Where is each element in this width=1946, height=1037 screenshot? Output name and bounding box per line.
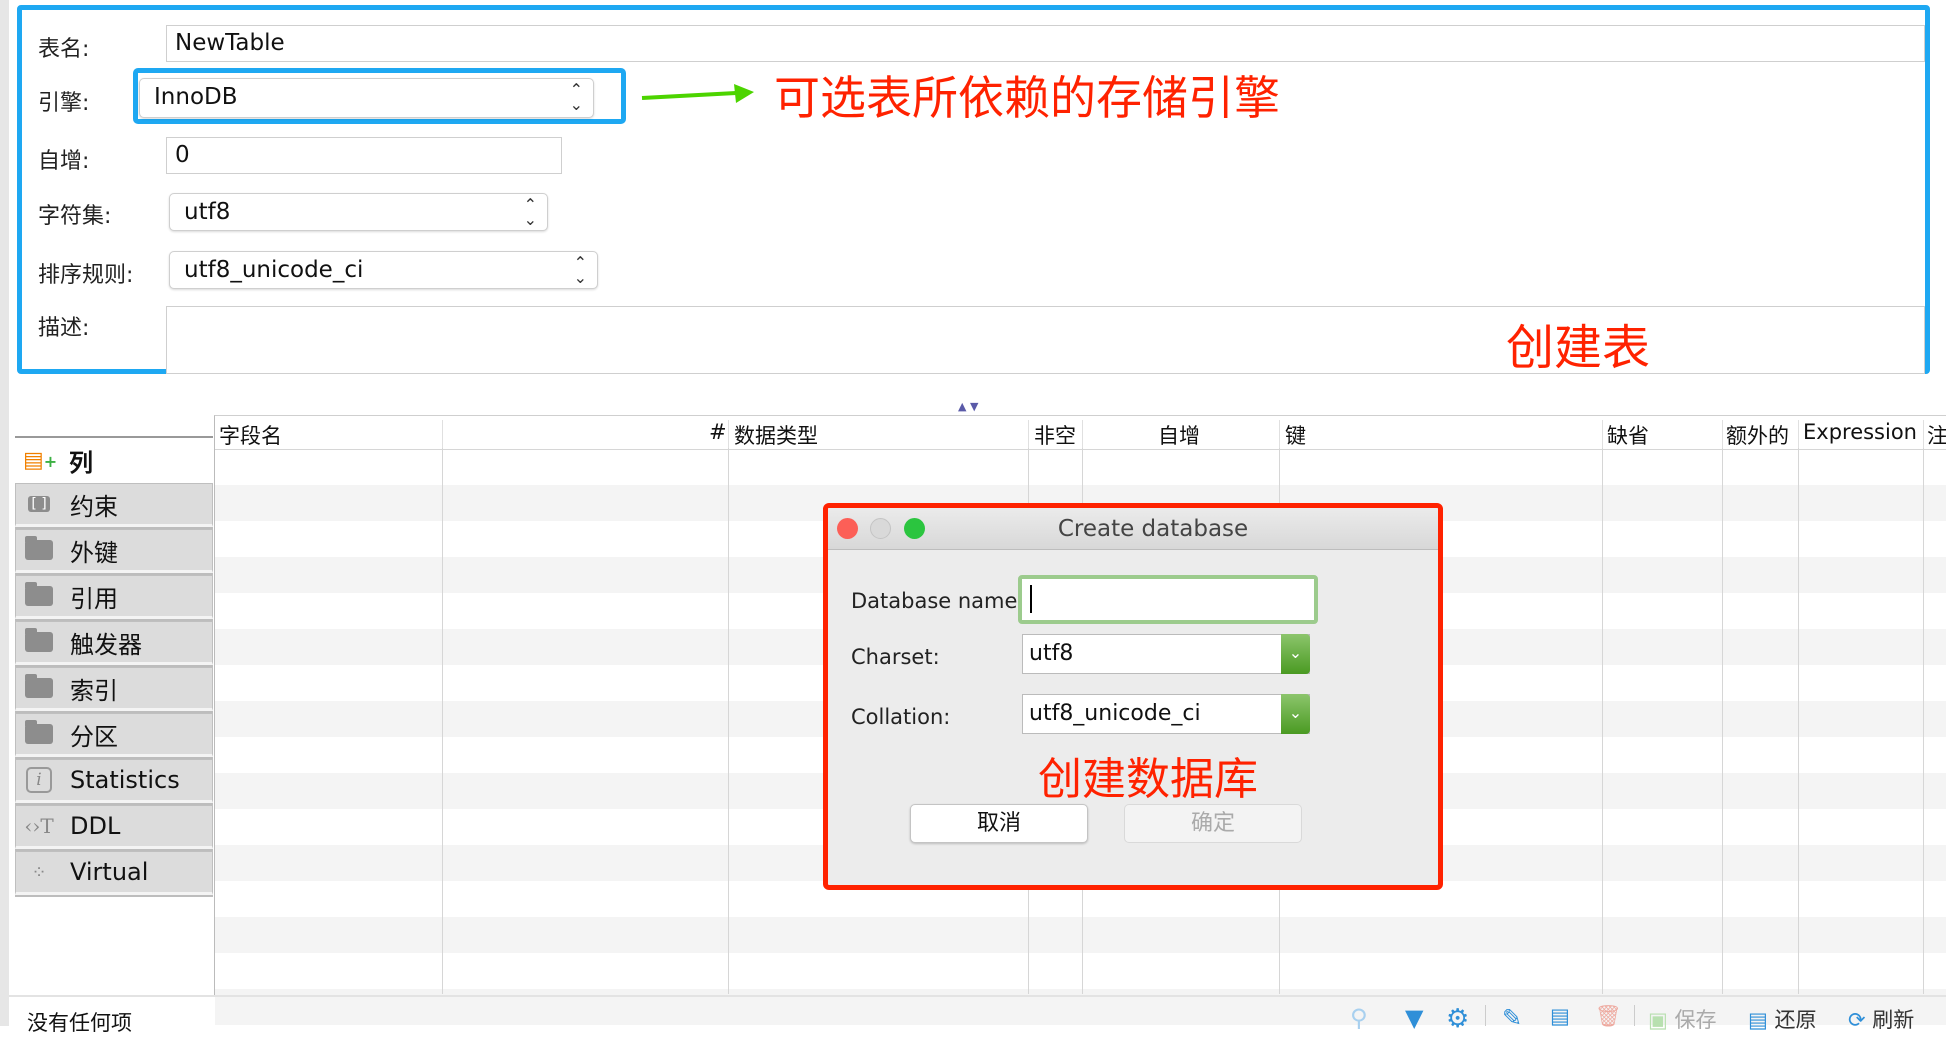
database-name-input[interactable]	[1018, 575, 1318, 624]
column-header-expression[interactable]: Expression	[1803, 420, 1917, 444]
sidebar-item-foreign-keys[interactable]: 外键	[15, 529, 213, 573]
sidebar-item-label: 外键	[70, 538, 118, 567]
save-icon: ▣	[1648, 1008, 1668, 1032]
engine-select[interactable]: InnoDB ⌃ ⌄	[139, 78, 594, 118]
status-text: 没有任何项	[27, 1011, 132, 1035]
dialog-collation-value: utf8_unicode_ci	[1029, 701, 1201, 726]
folder-icon	[24, 628, 54, 654]
sidebar-item-label: Virtual	[70, 858, 149, 886]
info-icon: i	[24, 767, 54, 793]
auto-increment-label: 自增:	[38, 149, 90, 174]
green-arrow-icon	[641, 84, 754, 103]
collation-select[interactable]: utf8_unicode_ci ⌃ ⌄	[169, 251, 598, 289]
dialog-titlebar: Create database	[828, 508, 1438, 550]
toolbar-divider	[1634, 1005, 1635, 1026]
constraint-icon: [ ]	[24, 492, 54, 516]
engine-value: InnoDB	[154, 84, 238, 110]
charset-select[interactable]: utf8 ⌃ ⌄	[169, 193, 548, 231]
folder-icon	[24, 536, 54, 562]
delete-trash-icon[interactable]: 🗑	[1595, 1004, 1622, 1029]
column-header-index[interactable]: #	[709, 420, 727, 444]
sidebar-item-label: 引用	[70, 584, 118, 613]
dialog-charset-select[interactable]: utf8 ⌄	[1022, 634, 1310, 674]
sidebar-item-indexes[interactable]: 索引	[15, 667, 213, 711]
column-header-key[interactable]: 键	[1285, 420, 1306, 450]
dialog-title: Create database	[1057, 516, 1249, 542]
chevron-updown-icon: ⌃ ⌄	[573, 253, 587, 287]
chevron-down-icon: ⌄	[1281, 694, 1310, 734]
charset-label: 字符集:	[38, 204, 112, 229]
folder-icon	[24, 674, 54, 700]
chevron-updown-icon: ⌃ ⌄	[569, 80, 583, 114]
splitter-handle[interactable]: ▲ ▼	[958, 400, 978, 413]
text-cursor	[1030, 585, 1032, 613]
refresh-icon: ⟳	[1848, 1008, 1866, 1032]
sidebar-item-triggers[interactable]: 触发器	[15, 621, 213, 665]
revert-button[interactable]: ▤ 还原	[1748, 1004, 1817, 1034]
create-database-annotation: 创建数据库	[1038, 754, 1258, 805]
sidebar-item-label: DDL	[70, 812, 121, 840]
revert-icon: ▤	[1748, 1008, 1768, 1032]
table-name-label: 表名:	[38, 37, 90, 62]
create-table-annotation: 创建表	[1506, 320, 1651, 376]
auto-increment-input[interactable]: 0	[166, 137, 562, 174]
table-row-stripe	[215, 917, 1946, 953]
cancel-button[interactable]: 取消	[910, 804, 1088, 843]
table-name-input[interactable]: NewTable	[166, 25, 1925, 62]
search-icon[interactable]: ⚲	[1350, 1004, 1368, 1032]
sidebar-item-ddl[interactable]: ‹›T DDL	[15, 805, 213, 849]
collation-label: 排序规则:	[38, 263, 134, 288]
save-button[interactable]: ▣ 保存	[1648, 1004, 1717, 1034]
column-header-type[interactable]: 数据类型	[734, 420, 818, 450]
insert-row-icon[interactable]: ▤	[1550, 1004, 1570, 1028]
dialog-charset-label: Charset:	[851, 645, 940, 669]
sidebar-item-columns[interactable]: ▤+ 列	[15, 438, 213, 483]
sidebar-item-partitions[interactable]: 分区	[15, 713, 213, 757]
column-header-not-null[interactable]: 非空	[1034, 420, 1076, 450]
collation-value: utf8_unicode_ci	[184, 257, 364, 283]
description-label: 描述:	[38, 316, 90, 341]
sidebar-item-label: 列	[69, 449, 93, 477]
code-text-icon: ‹›T	[24, 814, 54, 838]
sidebar-item-label: 索引	[70, 676, 118, 705]
chevron-updown-icon: ⌃ ⌄	[523, 195, 537, 229]
sidebar-item-virtual[interactable]: ⁘ Virtual	[15, 851, 213, 895]
edit-pencil-icon[interactable]: ✎	[1502, 1004, 1522, 1032]
column-header-extra[interactable]: 额外的	[1726, 420, 1789, 450]
folder-icon	[24, 720, 54, 746]
sidebar-item-label: Statistics	[70, 766, 180, 794]
dialog-charset-value: utf8	[1029, 641, 1074, 666]
sidebar-item-constraints[interactable]: [ ] 约束	[15, 483, 213, 527]
engine-annotation: 可选表所依赖的存储引擎	[774, 71, 1280, 125]
charset-value: utf8	[184, 199, 231, 225]
folder-icon	[24, 582, 54, 608]
column-header-name[interactable]: 字段名	[219, 420, 282, 450]
dialog-collation-label: Collation:	[851, 705, 951, 729]
column-header-comment[interactable]: 注	[1927, 420, 1946, 450]
add-column-icon: ▤+	[23, 448, 58, 473]
gear-icon[interactable]: ⚙	[1446, 1004, 1469, 1034]
dialog-collation-select[interactable]: utf8_unicode_ci ⌄	[1022, 694, 1310, 734]
filter-icon[interactable]: ▼	[1405, 1004, 1423, 1032]
sidebar-item-statistics[interactable]: i Statistics	[15, 759, 213, 803]
column-header-auto-increment[interactable]: 自增	[1158, 420, 1200, 450]
left-edge	[0, 0, 9, 1026]
chevron-down-icon: ⌄	[1281, 634, 1310, 674]
description-textarea[interactable]	[166, 306, 1925, 374]
engine-label: 引擎:	[38, 91, 90, 116]
sidebar-item-references[interactable]: 引用	[15, 575, 213, 619]
virtual-icon: ⁘	[31, 861, 47, 883]
ok-button[interactable]: 确定	[1124, 804, 1302, 843]
create-database-dialog: Create database Database name: Charset: …	[823, 503, 1443, 890]
column-header-default[interactable]: 缺省	[1607, 420, 1649, 450]
sidebar-item-label: 约束	[70, 492, 118, 521]
sidebar-item-label: 分区	[70, 722, 118, 751]
sidebar-item-label: 触发器	[70, 630, 142, 659]
refresh-button[interactable]: ⟳ 刷新	[1848, 1004, 1914, 1034]
status-divider	[9, 995, 1946, 997]
toolbar-divider	[1485, 1005, 1486, 1026]
database-name-label: Database name:	[851, 589, 1025, 613]
